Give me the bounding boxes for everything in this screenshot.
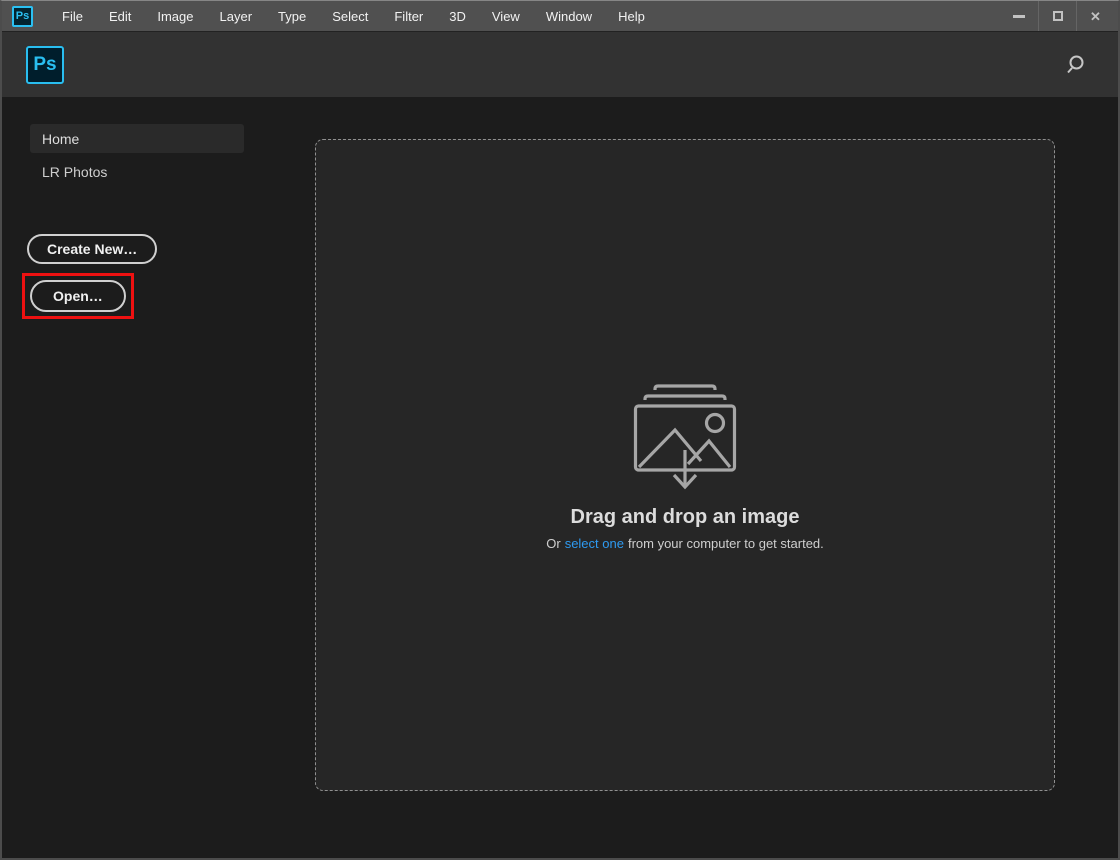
sidebar-item-lr-photos[interactable]: LR Photos — [30, 157, 244, 186]
menu-view[interactable]: View — [479, 1, 533, 31]
subtitle-suffix: from your computer to get started. — [628, 536, 824, 551]
menu-layer[interactable]: Layer — [207, 1, 266, 31]
drop-image-icon — [633, 380, 737, 492]
menu-window[interactable]: Window — [533, 1, 605, 31]
close-icon: ✕ — [1090, 10, 1101, 23]
menu-help[interactable]: Help — [605, 1, 658, 31]
subtitle-prefix: Or — [546, 536, 560, 551]
menu-image[interactable]: Image — [144, 1, 206, 31]
maximize-button[interactable] — [1038, 1, 1076, 31]
menubar: File Edit Image Layer Type Select Filter… — [49, 1, 658, 31]
sidebar-item-home[interactable]: Home — [30, 124, 244, 153]
menu-3d[interactable]: 3D — [436, 1, 479, 31]
photoshop-home-window: Ps File Edit Image Layer Type Select Fil… — [0, 0, 1120, 860]
ps-logo: Ps — [26, 46, 64, 84]
menu-filter[interactable]: Filter — [381, 1, 436, 31]
menu-edit[interactable]: Edit — [96, 1, 144, 31]
minimize-icon — [1013, 15, 1025, 18]
search-icon — [1063, 53, 1087, 77]
ps-app-icon: Ps — [12, 6, 33, 27]
home-screen-header: Ps — [2, 32, 1118, 97]
image-dropzone[interactable]: Drag and drop an image Or select one fro… — [315, 139, 1055, 791]
close-button[interactable]: ✕ — [1076, 1, 1114, 31]
minimize-button[interactable] — [1000, 1, 1038, 31]
dropzone-title: Drag and drop an image — [571, 506, 800, 529]
menu-file[interactable]: File — [49, 1, 96, 31]
window-controls: ✕ — [1000, 1, 1114, 31]
create-new-button[interactable]: Create New… — [27, 234, 157, 264]
annotation-highlight: Open… — [22, 273, 134, 319]
select-one-link[interactable]: select one — [565, 536, 624, 551]
content: Home LR Photos Create New… Open… — [2, 97, 1118, 858]
menu-type[interactable]: Type — [265, 1, 319, 31]
titlebar: Ps File Edit Image Layer Type Select Fil… — [2, 1, 1118, 32]
sidebar: Home LR Photos Create New… Open… — [2, 97, 315, 858]
dropzone-subtitle: Or select one from your computer to get … — [546, 536, 824, 551]
menu-select[interactable]: Select — [319, 1, 381, 31]
maximize-icon — [1053, 11, 1063, 21]
search-button[interactable] — [1062, 52, 1088, 78]
open-button[interactable]: Open… — [30, 280, 126, 312]
main-area: Drag and drop an image Or select one fro… — [315, 97, 1118, 858]
